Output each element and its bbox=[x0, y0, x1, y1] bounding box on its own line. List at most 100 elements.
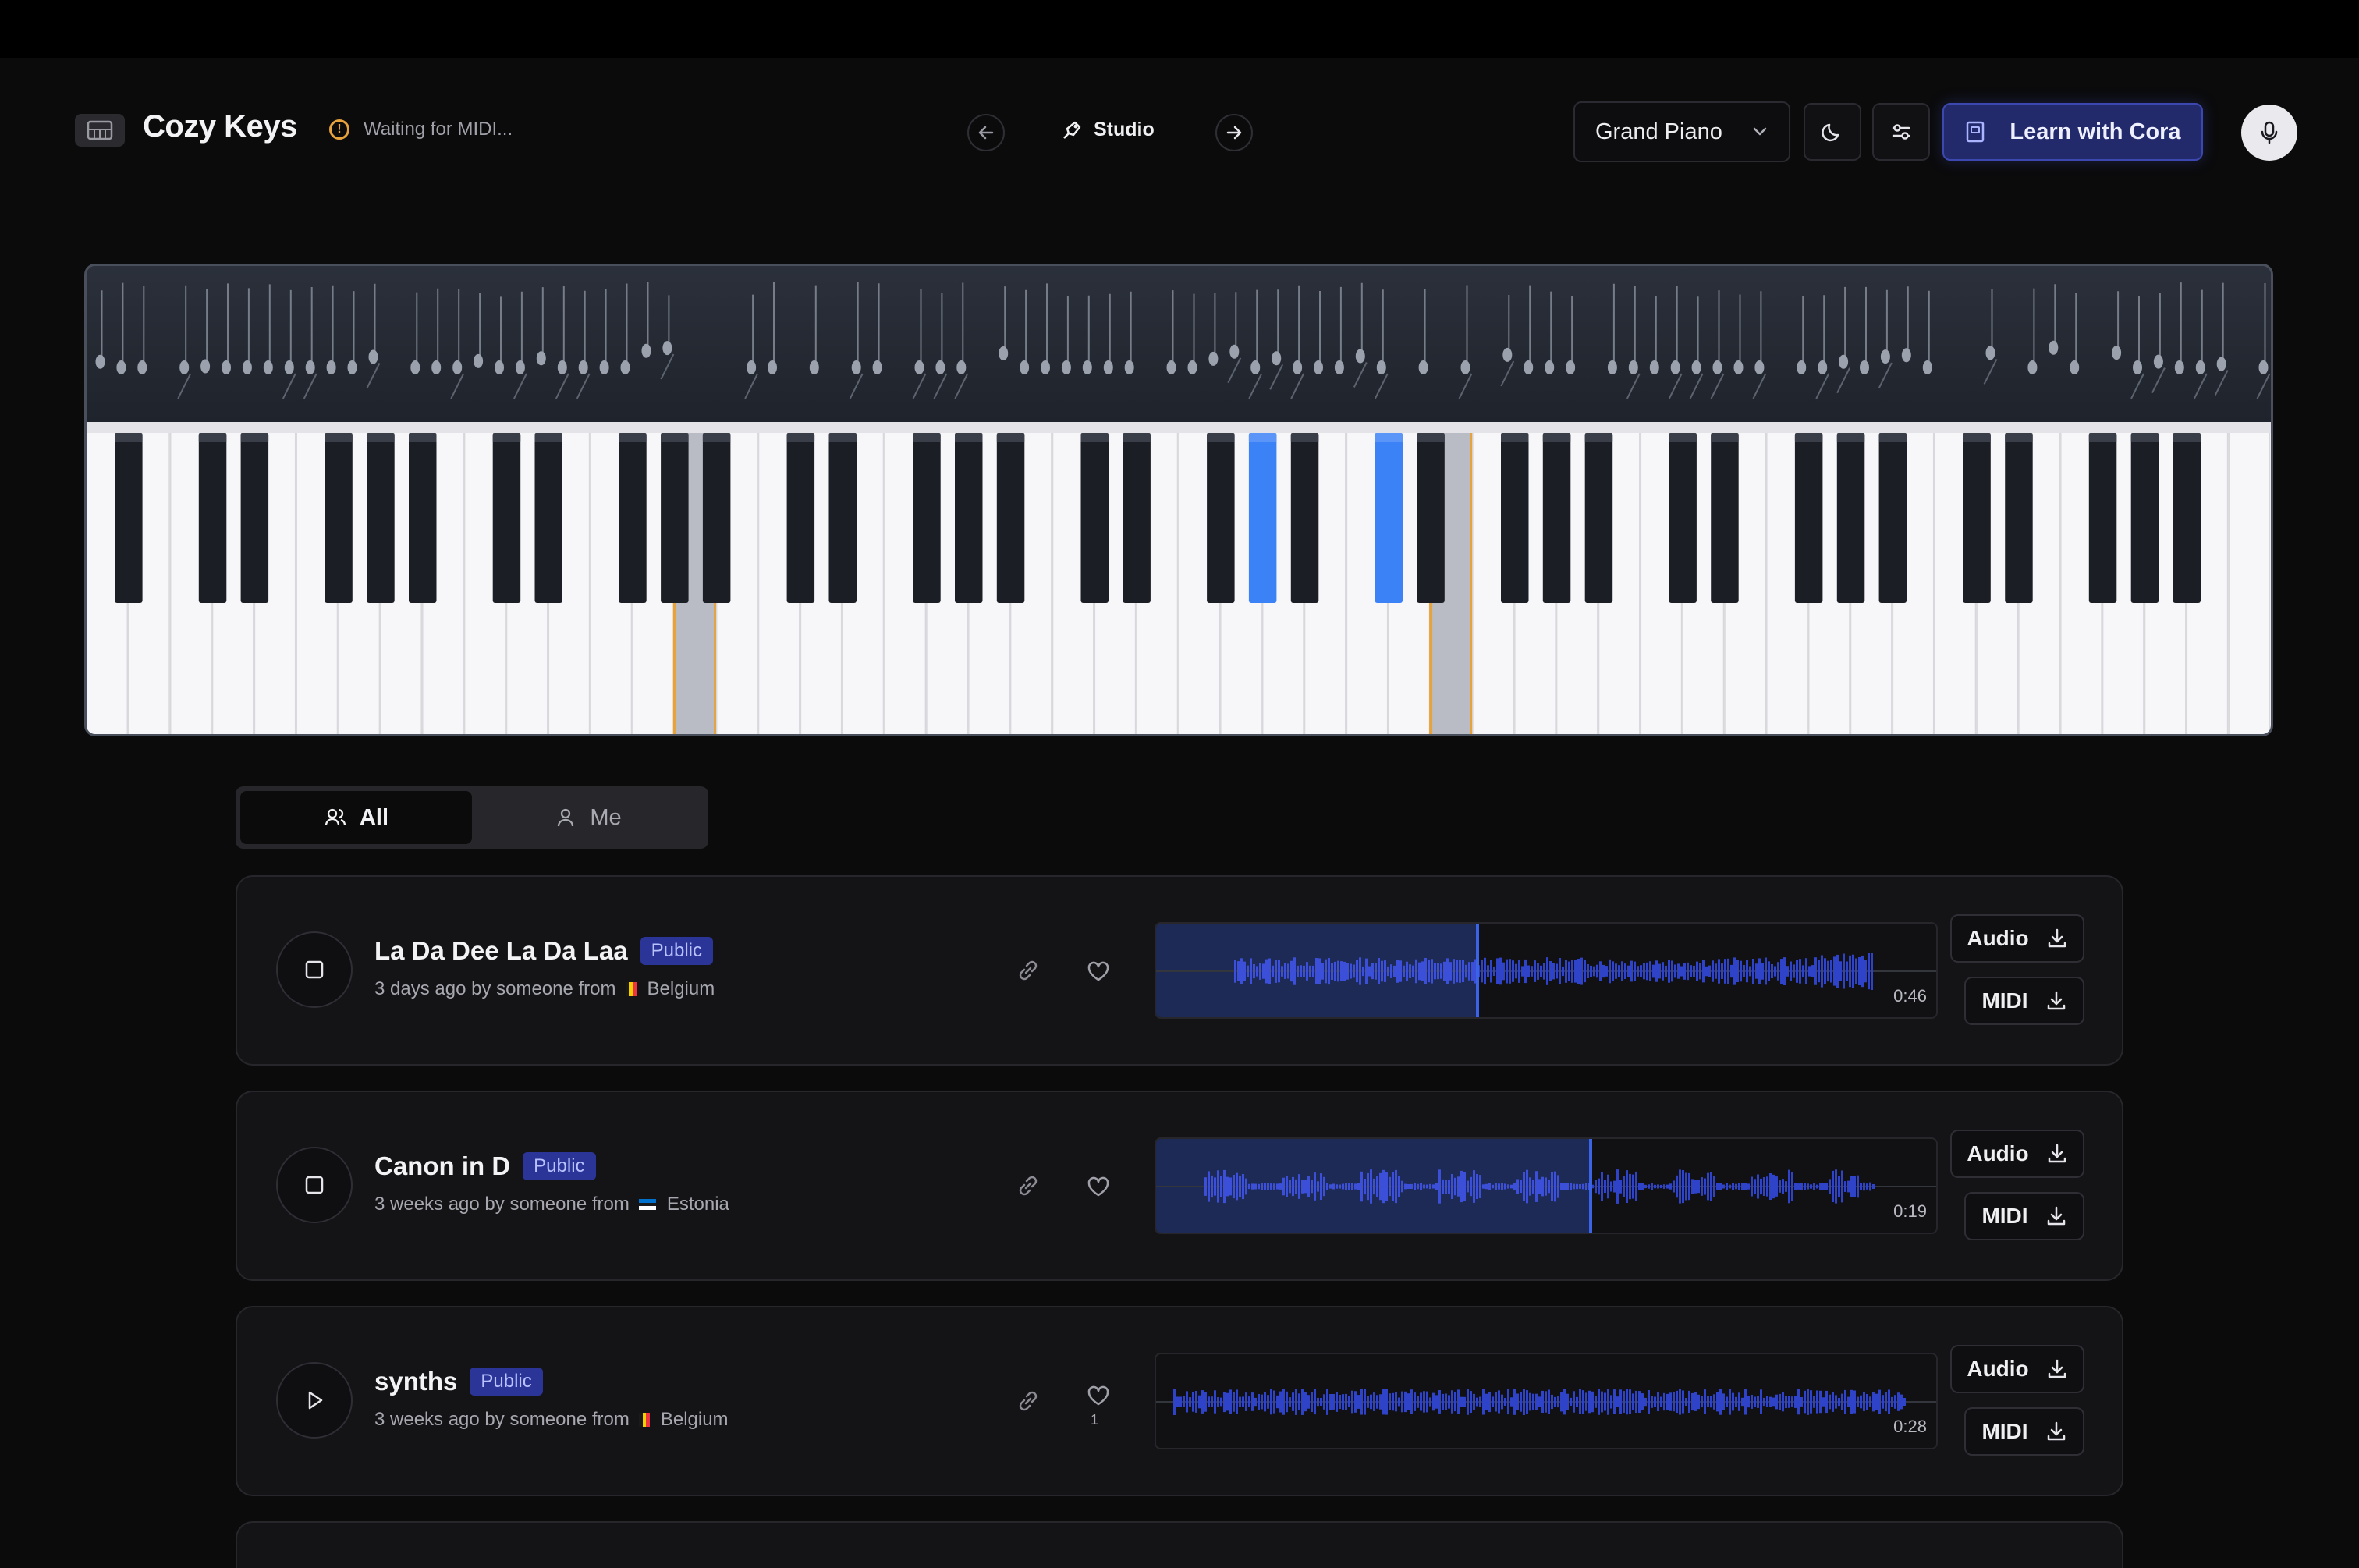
note-tail bbox=[2130, 373, 2144, 399]
waveform-bar bbox=[1457, 1389, 1460, 1414]
waveform-bar bbox=[1404, 1183, 1407, 1190]
note-head bbox=[1061, 360, 1071, 374]
tab-me[interactable]: Me bbox=[472, 791, 704, 844]
black-key[interactable] bbox=[1584, 433, 1613, 603]
recording-title[interactable]: La Da Dee La Da Laa bbox=[374, 936, 628, 966]
black-key[interactable] bbox=[1836, 433, 1865, 603]
play-button[interactable] bbox=[276, 1362, 353, 1439]
next-mode-button[interactable] bbox=[1215, 114, 1253, 151]
black-key[interactable] bbox=[409, 433, 437, 603]
black-key[interactable] bbox=[1123, 433, 1151, 603]
heart-icon[interactable] bbox=[1083, 955, 1114, 986]
waveform-bar bbox=[1682, 1390, 1684, 1414]
link-icon[interactable] bbox=[1013, 955, 1044, 986]
black-key[interactable] bbox=[955, 433, 983, 603]
waveform-bar bbox=[1247, 965, 1249, 977]
waveform-bar bbox=[1680, 966, 1683, 977]
learn-with-cora-button[interactable]: Learn with Cora bbox=[1942, 103, 2203, 161]
black-key[interactable] bbox=[1963, 433, 1991, 603]
waveform-bar bbox=[1538, 1179, 1541, 1194]
black-key[interactable] bbox=[702, 433, 731, 603]
black-key[interactable] bbox=[1207, 433, 1235, 603]
black-key-top bbox=[1248, 433, 1277, 442]
heart-icon[interactable] bbox=[1083, 1170, 1114, 1201]
black-key[interactable] bbox=[996, 433, 1025, 603]
black-key[interactable] bbox=[1542, 433, 1571, 603]
black-key[interactable] bbox=[367, 433, 395, 603]
black-key[interactable] bbox=[786, 433, 815, 603]
white-key[interactable] bbox=[2228, 422, 2271, 736]
black-key[interactable] bbox=[2088, 433, 2117, 603]
black-key[interactable] bbox=[240, 433, 269, 603]
waveform-bar bbox=[1481, 960, 1483, 983]
waveform-bar bbox=[1894, 1395, 1896, 1409]
black-key[interactable] bbox=[115, 433, 143, 603]
recording-title[interactable]: Canon in D bbox=[374, 1151, 510, 1181]
keybed[interactable] bbox=[87, 422, 2271, 736]
download-midi-button[interactable]: MIDI bbox=[1964, 1192, 2084, 1240]
black-key[interactable] bbox=[534, 433, 563, 603]
theme-toggle-button[interactable] bbox=[1804, 103, 1861, 161]
link-icon[interactable] bbox=[1013, 1170, 1044, 1201]
piano-keyboard[interactable] bbox=[84, 264, 2273, 736]
black-key[interactable] bbox=[1794, 433, 1823, 603]
download-midi-button[interactable]: MIDI bbox=[1964, 977, 2084, 1025]
black-key[interactable] bbox=[198, 433, 227, 603]
playhead[interactable] bbox=[1475, 924, 1479, 1017]
download-audio-button[interactable]: Audio bbox=[1950, 1130, 2084, 1178]
download-audio-button[interactable]: Audio bbox=[1950, 914, 2084, 963]
heart-icon[interactable] bbox=[1083, 1379, 1114, 1410]
black-key[interactable] bbox=[828, 433, 857, 603]
black-key[interactable] bbox=[1248, 433, 1277, 603]
waveform-bar bbox=[1204, 1392, 1207, 1412]
black-key[interactable] bbox=[492, 433, 521, 603]
black-key[interactable] bbox=[1711, 433, 1739, 603]
black-key[interactable] bbox=[661, 433, 689, 603]
waveform-player[interactable]: 0:28 bbox=[1155, 1353, 1938, 1449]
waveform-bar bbox=[1551, 1394, 1553, 1410]
waveform-player[interactable]: 0:46 bbox=[1155, 922, 1938, 1019]
black-key[interactable] bbox=[2130, 433, 2159, 603]
link-icon[interactable] bbox=[1013, 1385, 1044, 1417]
black-key[interactable] bbox=[1501, 433, 1529, 603]
sliders-icon bbox=[1892, 124, 1910, 140]
microphone-button[interactable] bbox=[2241, 105, 2297, 161]
waveform-bar bbox=[1719, 1389, 1722, 1415]
waveform-bar bbox=[1679, 1169, 1681, 1204]
black-key[interactable] bbox=[1375, 433, 1403, 603]
black-key[interactable] bbox=[913, 433, 941, 603]
piano-logo-icon[interactable] bbox=[75, 114, 125, 147]
waveform-bar bbox=[1509, 959, 1511, 984]
waveform-bar bbox=[1573, 1183, 1575, 1190]
playhead[interactable] bbox=[1589, 1139, 1593, 1233]
waveform-bar bbox=[1284, 963, 1286, 979]
black-key[interactable] bbox=[619, 433, 647, 603]
waveform-bar bbox=[1258, 1183, 1260, 1190]
black-key[interactable] bbox=[1290, 433, 1319, 603]
black-key[interactable] bbox=[1417, 433, 1445, 603]
black-key[interactable] bbox=[325, 433, 353, 603]
download-audio-button[interactable]: Audio bbox=[1950, 1345, 2084, 1393]
waveform-bar bbox=[1476, 1174, 1478, 1199]
stop-button[interactable] bbox=[276, 931, 353, 1008]
settings-button[interactable] bbox=[1872, 103, 1930, 161]
black-key[interactable] bbox=[1080, 433, 1109, 603]
waveform-bar bbox=[1262, 963, 1265, 979]
waveform-bar bbox=[1482, 1389, 1485, 1415]
stop-button[interactable] bbox=[276, 1147, 353, 1223]
recording-title[interactable]: synths bbox=[374, 1367, 457, 1396]
tab-all[interactable]: All bbox=[240, 791, 472, 844]
user-icon bbox=[558, 808, 574, 827]
waveform-bar bbox=[1729, 1184, 1731, 1189]
waveform-player[interactable]: 0:19 bbox=[1155, 1137, 1938, 1234]
waveform-bar bbox=[1707, 1396, 1709, 1407]
black-key[interactable] bbox=[1878, 433, 1907, 603]
instrument-select[interactable]: Grand Piano bbox=[1573, 101, 1790, 162]
black-key[interactable] bbox=[1669, 433, 1697, 603]
download-midi-button[interactable]: MIDI bbox=[1964, 1407, 2084, 1456]
mode-label: Studio bbox=[1061, 119, 1155, 141]
black-key[interactable] bbox=[2005, 433, 2033, 603]
previous-mode-button[interactable] bbox=[967, 114, 1005, 151]
black-key[interactable] bbox=[2173, 433, 2201, 603]
note-head bbox=[536, 351, 546, 366]
